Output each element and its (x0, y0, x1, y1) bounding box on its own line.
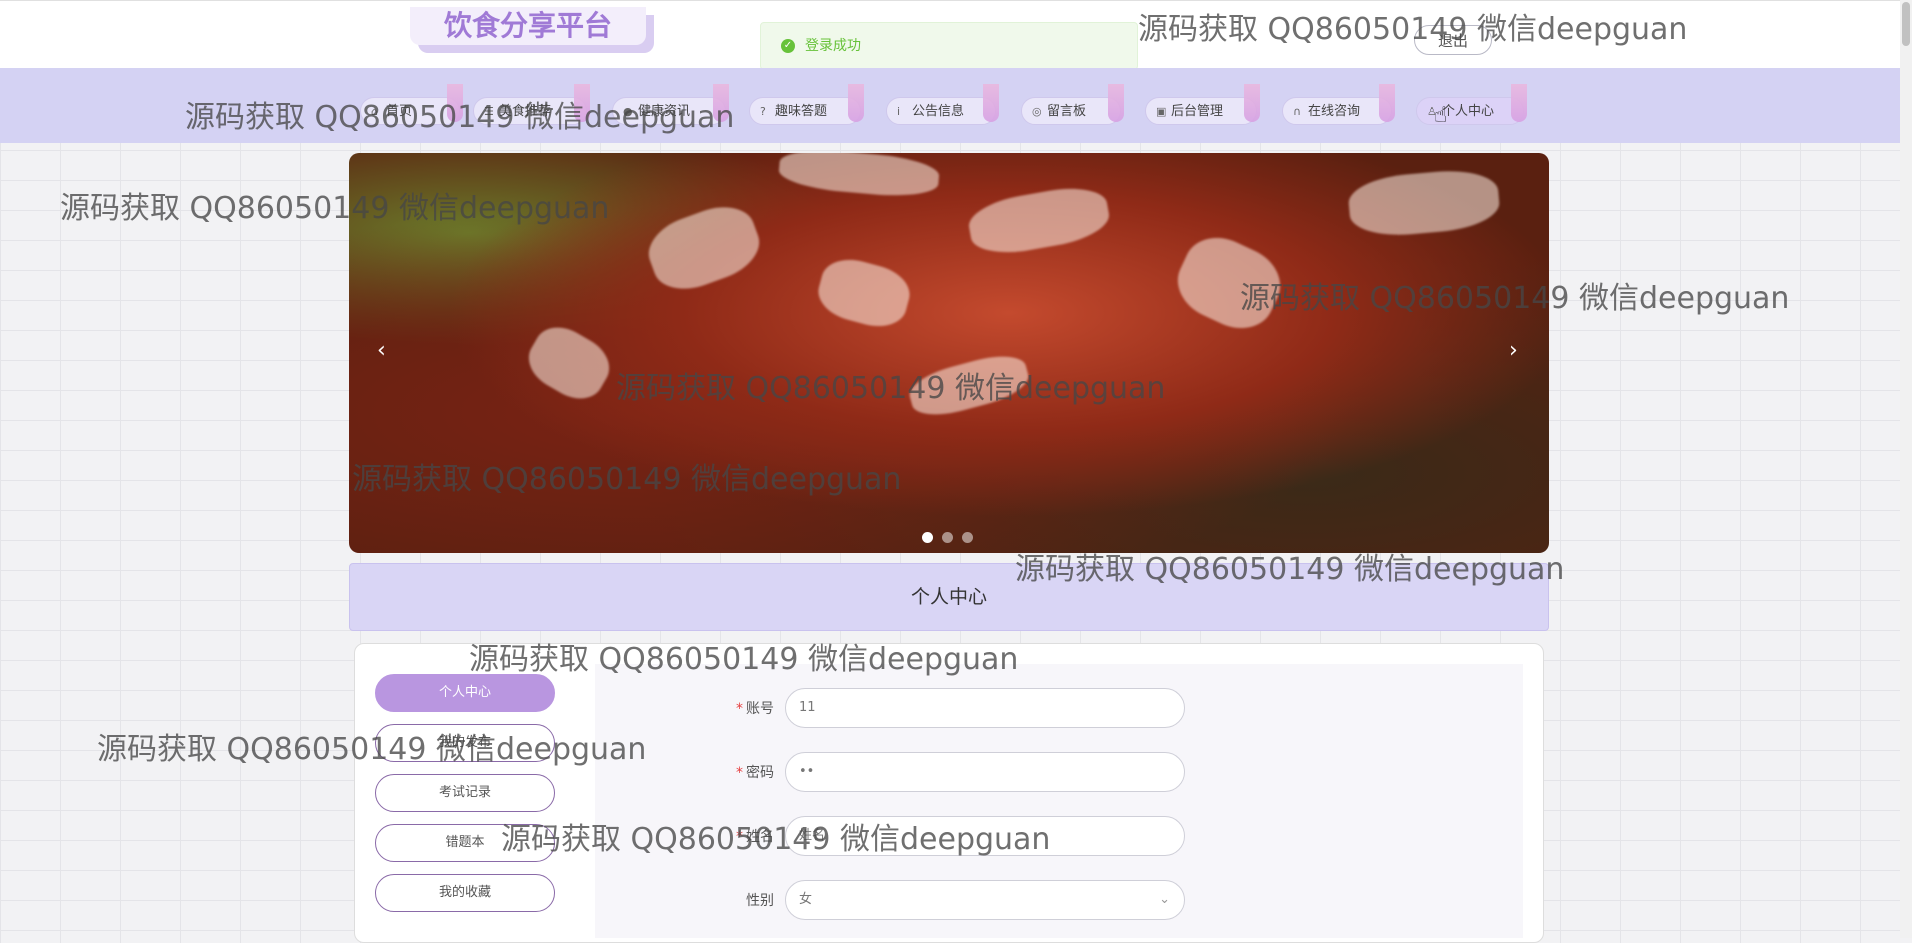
banner-highlight (777, 153, 941, 200)
banner-highlight (640, 196, 768, 300)
carousel-indicators (922, 528, 982, 543)
sidebar-item-personal-center[interactable]: 个人中心 (375, 674, 555, 712)
nav-item-consult[interactable]: ∩ 在线咨询 (1282, 84, 1395, 125)
notice-icon: i (897, 105, 901, 118)
scrollbar-thumb[interactable] (1902, 2, 1910, 46)
password-label: * 密码 (624, 762, 774, 782)
nav-item-label: 个人中心 (1442, 104, 1495, 119)
nav-item-admin[interactable]: ▣ 后台管理 (1145, 84, 1260, 125)
logo[interactable]: 饮食分享平台 (410, 7, 654, 53)
nav-item-label: 留言板 (1047, 104, 1087, 119)
account-input[interactable]: 11 (785, 688, 1185, 728)
nav-ribbon (1108, 84, 1124, 122)
banner-highlight (1166, 225, 1292, 341)
nav-item-label: 趣味答题 (775, 104, 828, 119)
gender-label: 性别 (624, 890, 774, 910)
carousel-dot[interactable] (922, 532, 933, 543)
banner-highlight (965, 181, 1113, 260)
sidebar-item-exam-records[interactable]: 考试记录 (375, 774, 555, 812)
nav-item-quiz[interactable]: ? 趣味答题 (749, 84, 864, 125)
banner-carousel[interactable]: ‹ › (349, 153, 1549, 553)
banner-highlight (812, 252, 916, 334)
carousel-prev-icon[interactable]: ‹ (377, 338, 386, 363)
carousel-dot[interactable] (942, 532, 953, 543)
nav-item-message-board[interactable]: ◎ 留言板 (1021, 84, 1124, 125)
password-input[interactable]: •• (785, 752, 1185, 792)
carousel-dot[interactable] (962, 532, 973, 543)
nav-item-personal-center[interactable]: ♙ 个人中心 (1416, 84, 1527, 125)
sidebar-item-wrong-questions[interactable]: 错题本 (375, 824, 555, 862)
hand-cursor-icon: ☝ (1434, 103, 1448, 128)
admin-icon: ▣ (1156, 105, 1167, 118)
page-scrollbar[interactable] (1900, 0, 1912, 938)
nav-ribbon (447, 84, 463, 122)
nav-ribbon (574, 84, 590, 122)
nav-ribbon (848, 84, 864, 122)
nav-ribbon (1511, 84, 1527, 122)
gender-select[interactable]: 女 ⌄ (785, 880, 1185, 920)
required-mark: * (736, 701, 743, 717)
question-icon: ? (760, 105, 766, 118)
home-icon: ⌂ (371, 105, 378, 118)
password-label-text: 密码 (746, 765, 774, 781)
info-icon: ● (623, 105, 633, 118)
chevron-down-icon: ⌄ (1159, 892, 1170, 907)
name-input[interactable]: 姓名 (785, 816, 1185, 856)
required-mark: * (736, 765, 743, 781)
message-icon: ◎ (1032, 105, 1042, 118)
nav-item-label: 首页 (386, 104, 413, 119)
banner-highlight (905, 348, 1033, 423)
sidebar-item-my-posts[interactable]: 我的发布 (375, 724, 555, 762)
name-label: * 姓名 (624, 826, 774, 846)
nav-item-label: 健康资讯 (638, 104, 691, 119)
nav-item-home[interactable]: ⌂ 首页 (360, 84, 463, 125)
account-label: * 账号 (624, 698, 774, 718)
nav-item-food[interactable]: ☰ 美食推荐 (473, 84, 590, 125)
success-toast: ✓ 登录成功 (760, 22, 1138, 70)
nav-item-label: 公告信息 (912, 104, 965, 119)
section-title: 个人中心 (349, 563, 1549, 631)
sidebar-item-favorites[interactable]: 我的收藏 (375, 874, 555, 912)
headset-icon: ∩ (1293, 105, 1302, 118)
logout-button[interactable]: 退出 (1414, 25, 1492, 55)
nav-item-label: 在线咨询 (1308, 104, 1361, 119)
account-label-text: 账号 (746, 701, 774, 717)
nav-item-notice[interactable]: i 公告信息 (886, 84, 999, 125)
nav-item-label: 后台管理 (1171, 104, 1224, 119)
nav-item-label: 美食推荐 (499, 104, 552, 119)
check-circle-icon: ✓ (781, 39, 795, 53)
nav-ribbon (1244, 84, 1260, 122)
gender-label-text: 性别 (746, 893, 774, 909)
carousel-next-icon[interactable]: › (1509, 338, 1518, 363)
nav-ribbon (1379, 84, 1395, 122)
gender-value: 女 (799, 892, 813, 907)
nav-item-health[interactable]: ● 健康资讯 (612, 84, 729, 125)
nav-ribbon (983, 84, 999, 122)
required-mark: * (736, 829, 743, 845)
banner-highlight (1346, 166, 1502, 240)
nav-ribbon (713, 84, 729, 122)
logo-text: 饮食分享平台 (410, 7, 646, 45)
toast-message: 登录成功 (805, 38, 861, 54)
main-nav: ⌂ 首页 ☰ 美食推荐 ● 健康资讯 ? 趣味答题 i 公告信息 ◎ 留言板 ▣ 后台管理 ∩… (0, 68, 1900, 143)
banner-highlight (519, 317, 619, 409)
food-icon: ☰ (484, 105, 494, 118)
name-label-text: 姓名 (746, 829, 774, 845)
